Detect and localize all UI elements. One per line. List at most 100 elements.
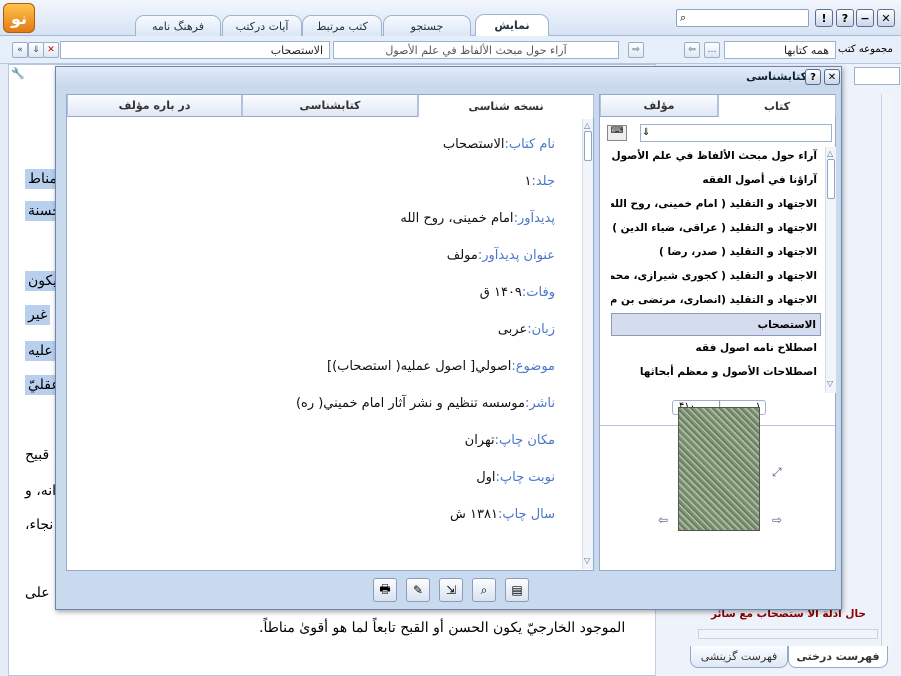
field-row: نام کتاب:الاستصحاب [443,137,555,152]
field-row: پدیدآور:امام خمینی، روح الله [400,211,555,226]
field-row: وفات:۱۴۰۹ ق [480,285,555,300]
field-label: نام کتاب: [504,137,555,152]
field-row: زبان:عربی [498,322,555,337]
info-button[interactable]: ! [815,9,833,27]
field-label: مکان چاپ: [494,433,555,448]
tree-hscrollbar[interactable] [698,629,878,639]
scroll-up-icon[interactable]: △ [827,149,833,158]
tab-about-author[interactable]: در باره مؤلف [67,95,242,117]
list-item[interactable]: اصطلاحات الأصول و معظم أبحاثها [611,361,821,384]
scroll-down-icon[interactable]: ▽ [584,556,590,565]
export-button[interactable]: ⇲ [439,578,463,602]
next-arrow-icon[interactable]: ⇨ [772,513,782,527]
tab-verses-in-books[interactable]: آیات درکتب [222,15,302,36]
text-line: انه، و [25,483,57,499]
tab-display[interactable]: نمایش [475,14,549,36]
list-item[interactable]: آراء حول مبحث الألفاظ في علم الأصول [611,145,821,168]
details-pane: نسخه شناسی کتابشناسی در باره مؤلف نام کت… [66,94,594,571]
tab-author[interactable]: مؤلف [600,95,718,117]
expand-icon[interactable]: ⤢ [772,465,782,480]
dialog-help-button[interactable]: ? [805,69,821,85]
arrow-left-icon[interactable]: ⇦ [684,42,700,58]
note-button[interactable]: ▤ [505,578,529,602]
field-label: عنوان پدیدآور: [477,248,555,263]
minimize-button[interactable]: − [856,9,874,27]
field-value: امام خمینی، روح الله [400,211,514,226]
list-scrollbar[interactable]: △ ▽ [825,147,836,393]
tab-bibliography[interactable]: کتابشناسی [242,95,418,117]
field-row: نوبت چاپ:اول [476,470,555,485]
tab-book[interactable]: کتاب [718,95,836,117]
list-item[interactable]: الاجتهاد و التقليد ( صدر، رضا ) [611,241,821,264]
text-line: نجاء، [25,517,54,533]
field-row: جلد:۱ [524,174,555,189]
field-value: موسسه تنظیم و نشر آثار امام خمیني( ره) [295,396,525,411]
search-icon: ⌕ [480,582,488,597]
keyboard-icon[interactable]: ⌨ [607,125,627,141]
tab-dictionary[interactable]: فرهنگ نامه [135,15,221,36]
scroll-up-icon[interactable]: △ [584,121,590,130]
field-value: تهران [464,433,495,448]
field-row: عنوان پدیدآور:مولف [447,248,555,263]
details-scrollbar[interactable]: △ ▽ [582,119,593,569]
book-search-input[interactable] [640,124,832,142]
book-cover-image [678,407,760,531]
field-label: موضوع: [511,359,555,374]
tab-tree-index[interactable]: فهرست درختی [788,646,888,668]
list-item[interactable]: الاجتهاد و التقليد ( امام خمینی، روح الل… [611,193,821,216]
list-item-selected[interactable]: الاستصحاب [611,313,821,336]
more-icon[interactable]: … [704,42,720,58]
tab-search[interactable]: جستجو [383,15,471,36]
tree-scrollbar[interactable] [881,94,892,654]
export-icon: ⇲ [445,583,457,597]
list-item[interactable]: الاجتهاد و التقليد ( عراقى، ضياء الدين ) [611,217,821,240]
field-label: نوبت چاپ: [495,470,555,485]
edit-icon: ✎ [412,583,424,597]
close-icon[interactable]: ✕ [43,42,59,58]
search-button[interactable]: ⌕ [472,578,496,602]
list-item[interactable]: اصطلاح نامه اصول فقه [611,337,821,360]
app-logo: نو [3,3,35,33]
help-button[interactable]: ? [836,9,854,27]
download-icon[interactable]: ⇓ [28,42,44,58]
scroll-thumb[interactable] [584,131,592,161]
bibliography-dialog: کتابشناسی ✕ ? نسخه شناسی کتابشناسی در با… [55,66,842,610]
top-search-input[interactable]: ⌕ [676,9,809,27]
field-row: موضوع:اصولي[ اصول عمليه( استصحاب)] [327,359,555,374]
address-bar: « ⇓ ✕ الاستصحاب آراء حول مبحث الألفاظ في… [0,36,901,64]
prev-arrow-icon[interactable]: ⇦ [658,513,668,527]
field-value: اول [476,470,496,485]
arrow-right-icon[interactable]: ⇨ [628,42,644,58]
tab-copy-info[interactable]: نسخه شناسی [418,95,594,117]
book-list-pane: کتاب مؤلف ⇓ ⌨ آراء حول مبحث الألفاظ في ع… [599,94,836,571]
field-label: ناشر: [524,396,555,411]
print-button[interactable]: 🖶 [373,578,397,602]
current-book-field[interactable]: الاستصحاب [60,41,330,59]
scroll-down-icon[interactable]: ▽ [827,379,833,388]
list-item[interactable]: آراؤنا في أصول الفقه [611,169,821,192]
field-label: زبان: [527,322,555,337]
close-window-button[interactable]: ✕ [877,9,895,27]
double-left-icon[interactable]: « [12,42,28,58]
book-title-field[interactable]: آراء حول مبحث الألفاظ في علم الأصول [333,41,619,59]
list-item[interactable]: الاجتهاد و التقليد (انصاری، مرتضى بن م .… [611,289,821,312]
tab-selective-index[interactable]: فهرست گزینشی [690,646,788,668]
tools-icon[interactable]: 🔧 [11,67,25,80]
field-value: اصولي[ اصول عمليه( استصحاب)] [327,359,512,374]
tab-related-books[interactable]: کتب مرتبط [302,15,382,36]
download-icon[interactable]: ⇓ [642,127,650,138]
edit-button[interactable]: ✎ [406,578,430,602]
field-value: ۱۳۸۱ ش [450,507,498,522]
group-label: مجموعه کتب [838,44,893,55]
field-value: الاستصحاب [442,137,505,152]
list-item[interactable]: الاجتهاد و التقليد ( کجوری شيرازی، محمد … [611,265,821,288]
top-bar: نو نمایش جستجو کتب مرتبط آیات درکتب فرهن… [0,0,901,36]
text-line: على [25,585,50,601]
group-select[interactable]: همه کتابها [724,41,836,59]
field-label: جلد: [531,174,555,189]
print-icon: 🖶 [379,581,391,596]
scroll-thumb[interactable] [827,159,835,199]
tree-filter-input[interactable] [854,67,900,85]
dialog-close-button[interactable]: ✕ [824,69,840,85]
text-line: عليه [25,341,56,361]
